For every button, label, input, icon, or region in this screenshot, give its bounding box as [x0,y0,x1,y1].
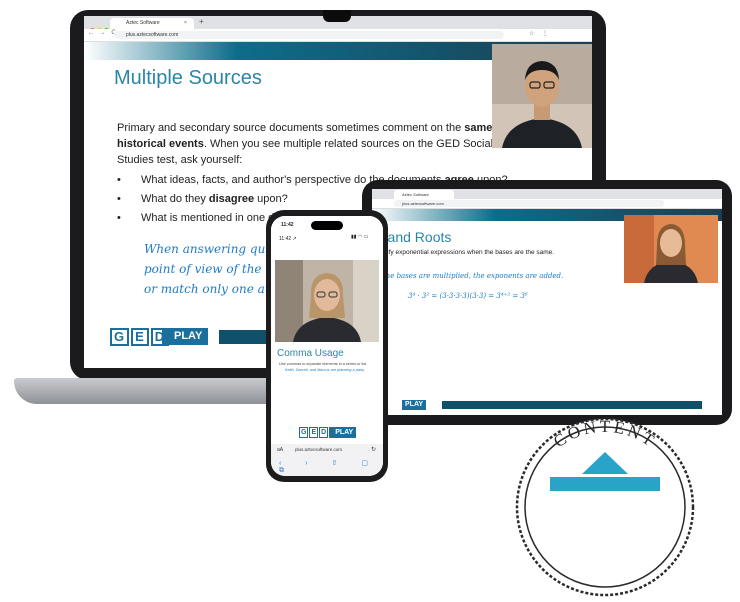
instructor-video-image [275,260,379,342]
tab-close-icon[interactable]: × [184,18,187,29]
bullet-text-end: upon? [254,193,288,205]
content-badge: CONTENT [515,417,695,597]
logo-letter: E [309,427,319,438]
tablet-slide-handwriting: en the bases are multiplied, the exponen… [372,272,564,280]
phone-slide-example: Keith, Darcell, and Marcus are planning … [285,368,365,372]
phone-url-field[interactable]: plus.aztecsoftware.com [295,447,342,452]
instructor-video-image [624,215,718,283]
tablet-slide-footer-band [442,401,702,409]
tablet-browser-tab-bar: Aztec Software [372,189,722,199]
phone-clock: 11:42 [281,222,294,228]
logo-letter: G [299,427,309,438]
slide-intro-paragraph: Primary and secondary source documents s… [117,120,517,168]
phone-status-icons: ▮▮ ◠ ▭ [351,234,369,240]
tablet-screen: Aztec Software plus.aztecsoftware.com rs… [372,189,722,415]
browser-address-bar: ← → C plus.aztecsoftware.com ☆ ⋮ [84,29,592,42]
new-tab-icon[interactable]: + [199,17,204,26]
reader-mode-button[interactable]: aA [277,447,283,453]
phone-dynamic-island [311,221,343,230]
slide-title: Multiple Sources [114,67,262,89]
browser-tab[interactable]: Aztec Software [110,18,194,29]
tablet-browser-tab[interactable]: Aztec Software [394,190,454,199]
bullet-marker: • [117,174,121,186]
url-field[interactable]: plus.aztecsoftware.com [114,31,504,39]
browser-toolbar-icons[interactable]: ☆ ⋮ [529,30,551,37]
logo-letter: G [110,328,130,346]
logo-letter: D [319,427,329,438]
play-logo: PLAY [329,427,357,438]
phone-browser-bar: aA plus.aztecsoftware.com ↻ ‹ › ⇧ ▢ ⧉ [271,444,383,476]
instructor-video [624,215,718,283]
browser-tab-title: Aztec Software [126,20,160,26]
instructor-video-image [492,44,592,148]
logo-letter: E [131,328,149,346]
handwritten-note-line: or match only one auth [144,282,286,296]
play-logo: PLAY [162,328,209,345]
tablet-address-bar: plus.aztecsoftware.com [372,199,722,209]
bullet-bold: disagree [208,193,255,205]
bullet-text: What is mentioned in one do [141,212,281,224]
ged-play-logo: G E D PLAY [299,421,357,439]
phone-clock-secondary: 11:42 ↗ [279,236,297,242]
instructor-video [275,260,379,342]
reload-icon[interactable]: ↻ [371,446,376,453]
phone-status-bar: 11:42 11:42 ↗ ▮▮ ◠ ▭ [271,216,383,246]
play-logo: PLAY [402,400,427,410]
slide-intro-text: Primary and secondary source documents s… [117,122,465,134]
handwritten-note-line: point of view of the tw [144,262,281,276]
instructor-video [492,44,592,148]
bullet-item: • What do they disagree upon? [117,193,288,205]
tablet-slide-math: 3⁴ · 3² = (3·3·3·3)(3·3) = 3⁴⁺² = 3⁶ [408,292,528,300]
phone-slide-title: Comma Usage [277,348,344,359]
tablet-url-field[interactable]: plus.aztecsoftware.com [394,200,664,207]
camera-notch [323,10,351,22]
phone-nav-buttons[interactable]: ‹ › ⇧ ▢ ⧉ [279,459,383,475]
bullet-item: • What is mentioned in one do [117,212,280,224]
bullet-marker: • [117,193,121,205]
tablet-slide-text: simplify exponential expressions when th… [372,249,555,256]
bullet-marker: • [117,212,121,224]
phone-slide-text: Use commas to separate elements in a ser… [279,362,368,366]
bullet-text: What do they [141,193,209,205]
phone-screen: 11:42 11:42 ↗ ▮▮ ◠ ▭ Comma Usage Use com… [271,216,383,476]
